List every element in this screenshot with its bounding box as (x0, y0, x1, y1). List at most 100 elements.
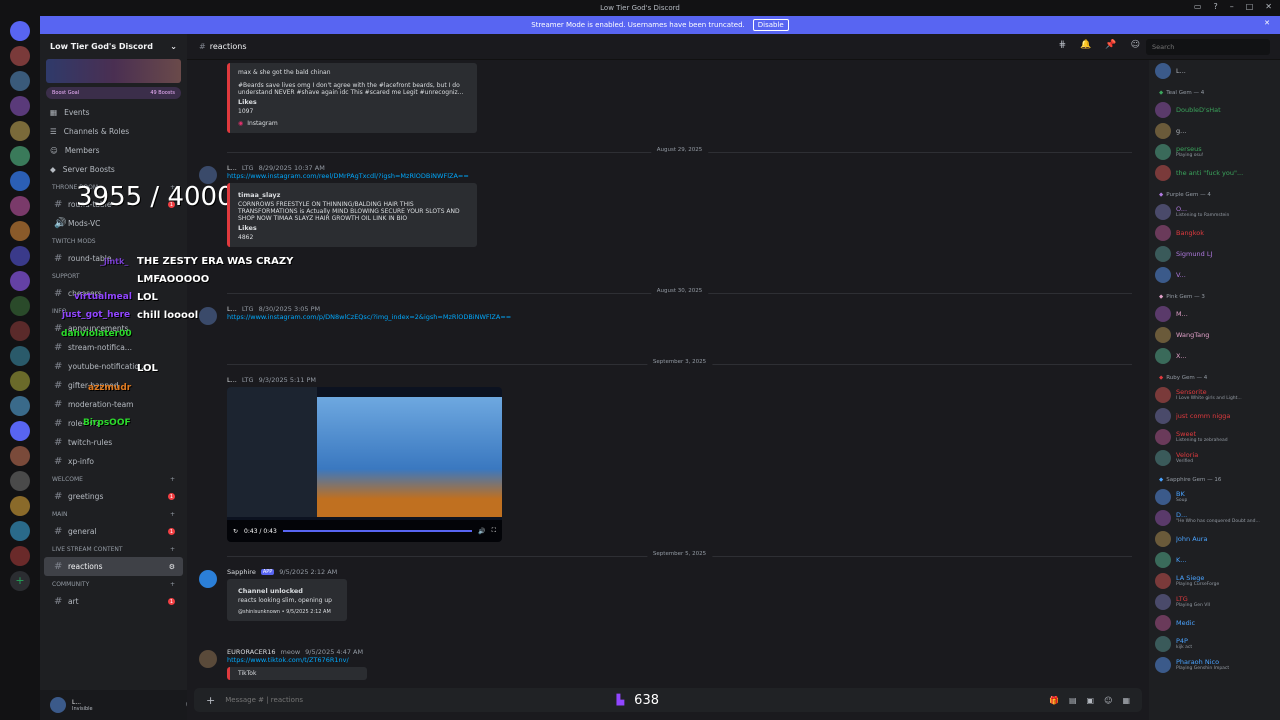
member-item[interactable]: WangTang (1149, 324, 1280, 345)
server-icon[interactable] (10, 521, 30, 541)
server-icon[interactable] (10, 496, 30, 516)
gif-icon[interactable]: ▤ (1069, 696, 1077, 705)
video-player[interactable]: ↻ 0:43 / 0:43 🔊 ⛶ (227, 387, 502, 542)
server-icon[interactable] (10, 246, 30, 266)
member-item[interactable]: Bangkok (1149, 222, 1280, 243)
avatar[interactable] (199, 650, 217, 668)
bell-icon[interactable]: 🔔 (1080, 40, 1091, 50)
add-attachment-icon[interactable]: + (206, 694, 215, 707)
server-icon[interactable] (10, 146, 30, 166)
add-channel-icon[interactable]: + (170, 511, 175, 518)
member-item[interactable]: Medic (1149, 612, 1280, 633)
member-item[interactable]: D... "He Who has conquered Doubt and... (1149, 507, 1280, 528)
member-item[interactable]: K... (1149, 549, 1280, 570)
member-list-icon[interactable]: ☺ (1131, 40, 1140, 50)
message-input[interactable] (225, 696, 607, 704)
author-name[interactable]: EURORACER16 (227, 648, 276, 656)
nav-events[interactable]: ▦ Events (40, 103, 187, 122)
member-item[interactable]: Pharaoh Nico Playing Genshin Impact (1149, 654, 1280, 675)
member-item[interactable]: LA Siege Playing CurseForge (1149, 570, 1280, 591)
server-icon[interactable] (10, 546, 30, 566)
add-channel-icon[interactable]: + (170, 581, 175, 588)
server-icon[interactable] (10, 346, 30, 366)
member-item[interactable]: Veloria Verified (1149, 447, 1280, 468)
server-icon[interactable] (10, 196, 30, 216)
server-icon[interactable] (10, 96, 30, 116)
close-window-icon[interactable]: ✕ (1265, 2, 1272, 11)
channel-mods-vc[interactable]: 🔊 Mods-VC (44, 214, 183, 233)
replay-icon[interactable]: ↻ (233, 528, 238, 535)
channel-youtube-notifications[interactable]: # youtube-notificatio... (44, 357, 183, 376)
microphone-icon[interactable]: 🎙 (185, 702, 188, 709)
settings-icon[interactable]: ⚙ (169, 563, 175, 571)
server-icon[interactable] (10, 171, 30, 191)
author-name[interactable]: L... (227, 164, 237, 172)
channel-reactions[interactable]: # reactions ⚙ (44, 557, 183, 576)
server-icon[interactable] (10, 446, 30, 466)
twitch-server-icon[interactable] (10, 271, 30, 291)
message-link[interactable]: https://www.instagram.com/p/DN8wlCzEQsc/… (227, 313, 511, 321)
member-item[interactable]: V... (1149, 264, 1280, 285)
add-channel-icon[interactable]: + (170, 476, 175, 483)
threads-icon[interactable]: ⋕ (1059, 40, 1067, 50)
help-icon[interactable]: ? (1213, 2, 1217, 11)
channel-twitch-rules[interactable]: # twitch-rules (44, 433, 183, 452)
member-item[interactable]: just comm nigga (1149, 405, 1280, 426)
minimize-icon[interactable]: – (1230, 2, 1234, 11)
disable-streamer-button[interactable]: Disable (752, 19, 789, 31)
member-item[interactable]: LTG Playing Gen VII (1149, 591, 1280, 612)
search-input[interactable] (1146, 39, 1270, 55)
member-item[interactable]: L... (1149, 60, 1280, 81)
channel-xp-info[interactable]: # xp-info (44, 452, 183, 471)
video-progress-bar[interactable] (282, 530, 473, 532)
category-live-stream[interactable]: LIVE STREAM CONTENT + (40, 541, 187, 557)
avatar[interactable] (199, 166, 217, 184)
server-icon[interactable] (10, 421, 30, 441)
author-name[interactable]: L... (227, 305, 237, 313)
server-icon[interactable] (10, 46, 30, 66)
category-main[interactable]: MAIN + (40, 506, 187, 522)
message-link[interactable]: https://www.tiktok.com/t/ZT676R1nv/ (227, 656, 349, 664)
nav-members[interactable]: ☺ Members (40, 141, 187, 160)
author-name[interactable]: L... (227, 376, 237, 384)
sticker-icon[interactable]: ▣ (1087, 696, 1095, 705)
member-item[interactable]: John Aura (1149, 528, 1280, 549)
member-item[interactable]: g... (1149, 120, 1280, 141)
home-icon[interactable] (10, 21, 30, 41)
add-server-icon[interactable]: + (10, 571, 30, 591)
member-item[interactable]: P4P kijk act (1149, 633, 1280, 654)
message-link[interactable]: https://www.instagram.com/reel/DMrPAgTxc… (227, 172, 469, 180)
add-channel-icon[interactable]: + (170, 546, 175, 553)
server-icon[interactable] (10, 396, 30, 416)
server-icon[interactable] (10, 221, 30, 241)
inbox-icon[interactable]: ▭ (1194, 2, 1202, 11)
channel-moderation-team[interactable]: # moderation-team (44, 395, 183, 414)
member-item[interactable]: the anti "fuck you"... (1149, 162, 1280, 183)
member-item[interactable]: DoubleD'sHat (1149, 99, 1280, 120)
member-item[interactable]: M... (1149, 303, 1280, 324)
member-item[interactable]: O... Listening to Rammstein (1149, 201, 1280, 222)
boost-goal-bar[interactable]: Boost Goal 49 Boosts (46, 87, 181, 99)
channel-general[interactable]: # general 1 (44, 522, 183, 541)
category-twitch-mods[interactable]: TWITCH MODS (40, 233, 187, 249)
server-icon[interactable] (10, 71, 30, 91)
avatar[interactable] (199, 307, 217, 325)
server-header[interactable]: Low Tier God's Discord ⌄ (40, 34, 187, 59)
nav-channels-roles[interactable]: ☰ Channels & Roles (40, 122, 187, 141)
embed-author[interactable]: timaa_slayz (238, 191, 469, 199)
avatar[interactable] (50, 697, 66, 713)
fullscreen-icon[interactable]: ⛶ (492, 527, 496, 535)
category-community[interactable]: COMMUNITY + (40, 576, 187, 592)
member-item[interactable]: BK Soup (1149, 486, 1280, 507)
avatar[interactable] (199, 570, 217, 588)
channel-stream-notifications[interactable]: # stream-notifica... (44, 338, 183, 357)
member-item[interactable]: perseus Playing osu! (1149, 141, 1280, 162)
server-icon[interactable] (10, 471, 30, 491)
close-banner-icon[interactable]: ✕ (1264, 19, 1270, 27)
emoji-icon[interactable]: ☺ (1104, 696, 1112, 705)
channel-greetings[interactable]: # greetings 1 (44, 487, 183, 506)
member-item[interactable]: Sweet Listening to zebrahead (1149, 426, 1280, 447)
server-icon[interactable] (10, 371, 30, 391)
nav-server-boosts[interactable]: ◆ Server Boosts (40, 160, 187, 179)
maximize-icon[interactable]: □ (1246, 2, 1254, 11)
